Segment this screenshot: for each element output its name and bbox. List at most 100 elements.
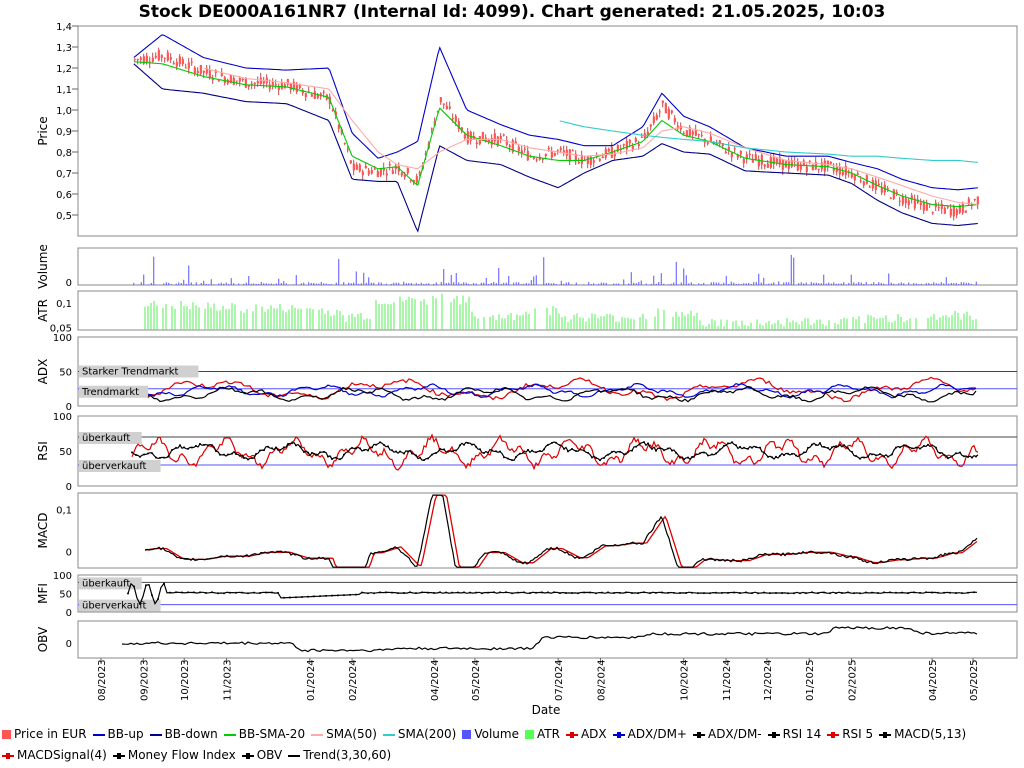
price-candle bbox=[322, 91, 325, 93]
price-candle bbox=[973, 199, 976, 201]
rsi-line-rsi14-point bbox=[163, 456, 165, 459]
rsi-line-rsi14-point bbox=[567, 450, 569, 453]
price-candle bbox=[310, 94, 313, 97]
rsi-line-rsi14-point bbox=[599, 459, 601, 462]
rsi-line-rsi14-point bbox=[935, 446, 937, 449]
rsi-line-rsi14-point bbox=[587, 451, 589, 454]
rsi-line-rsi14-point bbox=[883, 455, 885, 458]
rsi-line-rsi14-point bbox=[323, 450, 325, 453]
mfi-line-point bbox=[169, 591, 171, 594]
legend-label: MACDSignal(4) bbox=[17, 748, 107, 762]
mfi-line-point bbox=[469, 591, 471, 594]
legend-label: BB-up bbox=[107, 727, 144, 741]
price-candle bbox=[376, 170, 379, 178]
price-candle bbox=[553, 152, 556, 156]
rsi-line-rsi14-point bbox=[759, 446, 761, 449]
legend: Price in EUR BB-up BB-down BB-SMA-20 SMA(50)… bbox=[2, 724, 1022, 766]
rsi-line-rsi14-point bbox=[191, 446, 193, 449]
rsi-line-rsi14-point bbox=[427, 457, 429, 460]
rsi-line-rsi14-point bbox=[175, 446, 177, 449]
rsi-line-rsi14-point bbox=[331, 457, 333, 460]
rsi-line-rsi14-point bbox=[539, 449, 541, 452]
mfi-line-point bbox=[259, 591, 261, 594]
rsi-line-rsi14-point bbox=[303, 450, 305, 453]
rsi-line-rsi14-point bbox=[931, 444, 933, 447]
legend-swatch bbox=[767, 731, 780, 738]
price-candle bbox=[352, 163, 355, 171]
mfi-line-point bbox=[679, 591, 681, 594]
legend-label: BB-SMA-20 bbox=[238, 727, 306, 741]
price-candle bbox=[709, 136, 712, 142]
mfi-line-point bbox=[529, 592, 531, 595]
rsi-line-rsi14-point bbox=[763, 451, 765, 454]
mfi-line-point bbox=[691, 591, 693, 594]
rsi-line-rsi14-point bbox=[963, 455, 965, 458]
mfi-line-point bbox=[385, 591, 387, 594]
rsi-line-rsi14-point bbox=[667, 447, 669, 450]
price-candle bbox=[391, 170, 394, 174]
price-candle bbox=[463, 134, 466, 139]
rsi-line-rsi14-point bbox=[311, 451, 313, 454]
price-candle bbox=[775, 158, 778, 163]
adx-ylabel: ADX bbox=[36, 359, 50, 385]
rsi-line-rsi14-point bbox=[315, 453, 317, 456]
price-candle bbox=[244, 77, 247, 88]
price-candle bbox=[268, 84, 271, 90]
mfi-line-point bbox=[637, 592, 639, 595]
rsi-line-rsi14-point bbox=[287, 442, 289, 445]
price-candle bbox=[625, 141, 628, 150]
mfi-line-point bbox=[421, 591, 423, 594]
mfi-line-point bbox=[349, 593, 351, 596]
price-candle bbox=[952, 206, 955, 217]
mfi-line-point bbox=[931, 591, 933, 594]
price-candle bbox=[133, 58, 136, 60]
rsi-line-rsi14-point bbox=[387, 445, 389, 448]
price-candle bbox=[661, 100, 664, 104]
price-candle bbox=[949, 208, 952, 216]
price-candle bbox=[577, 161, 580, 164]
price-candle bbox=[280, 82, 283, 89]
rsi-line-rsi14-point bbox=[391, 449, 393, 452]
rsi-line-rsi14-point bbox=[379, 441, 381, 444]
mfi-line-point bbox=[589, 591, 591, 594]
rsi-line-rsi14-point bbox=[211, 444, 213, 447]
rsi-line-rsi14-point bbox=[511, 459, 513, 462]
price-candle bbox=[379, 169, 382, 176]
mfi-line-point bbox=[577, 592, 579, 595]
xtick-label: 05/2025 bbox=[969, 659, 980, 701]
mfi-line-point bbox=[403, 591, 405, 594]
rsi-line-rsi14-point bbox=[487, 451, 489, 454]
rsi-panel bbox=[77, 415, 1018, 487]
mfi-line-point bbox=[895, 591, 897, 594]
price-candle bbox=[628, 139, 631, 144]
rsi-line-rsi14-point bbox=[927, 443, 929, 446]
xtick-label: 10/2024 bbox=[680, 659, 691, 701]
mfi-line-point bbox=[613, 591, 615, 594]
mfi-line-point bbox=[367, 592, 369, 595]
price-candle bbox=[370, 170, 373, 174]
price-candle bbox=[808, 160, 811, 162]
legend-item: MACD(5,13) bbox=[879, 724, 966, 745]
rsi-line-rsi14-point bbox=[855, 454, 857, 457]
rsi-line-rsi14-point bbox=[499, 450, 501, 453]
mfi-line-point bbox=[343, 594, 345, 597]
rsi-line-rsi14-point bbox=[887, 455, 889, 458]
rsi-annotation-overbought: überkauft bbox=[82, 433, 130, 444]
legend-label: ATR bbox=[536, 727, 560, 741]
xtick-label: 01/2025 bbox=[805, 659, 816, 701]
price-candle bbox=[199, 64, 202, 74]
rsi-line-rsi14-point bbox=[827, 447, 829, 450]
mfi-line-point bbox=[391, 591, 393, 594]
price-candle bbox=[796, 162, 799, 171]
legend-swatch bbox=[2, 730, 11, 739]
rsi-line-rsi14-point bbox=[971, 456, 973, 459]
rsi-line-rsi14-point bbox=[839, 443, 841, 446]
rsi-line-rsi14-point bbox=[635, 445, 637, 448]
price-candle bbox=[346, 148, 349, 150]
price-ylabel: Price bbox=[36, 116, 50, 145]
legend-swatch bbox=[223, 733, 236, 736]
mfi-line-point bbox=[217, 592, 219, 595]
rsi-line-rsi14-point bbox=[143, 453, 145, 456]
price-candle bbox=[601, 156, 604, 159]
price-candle bbox=[622, 144, 625, 146]
